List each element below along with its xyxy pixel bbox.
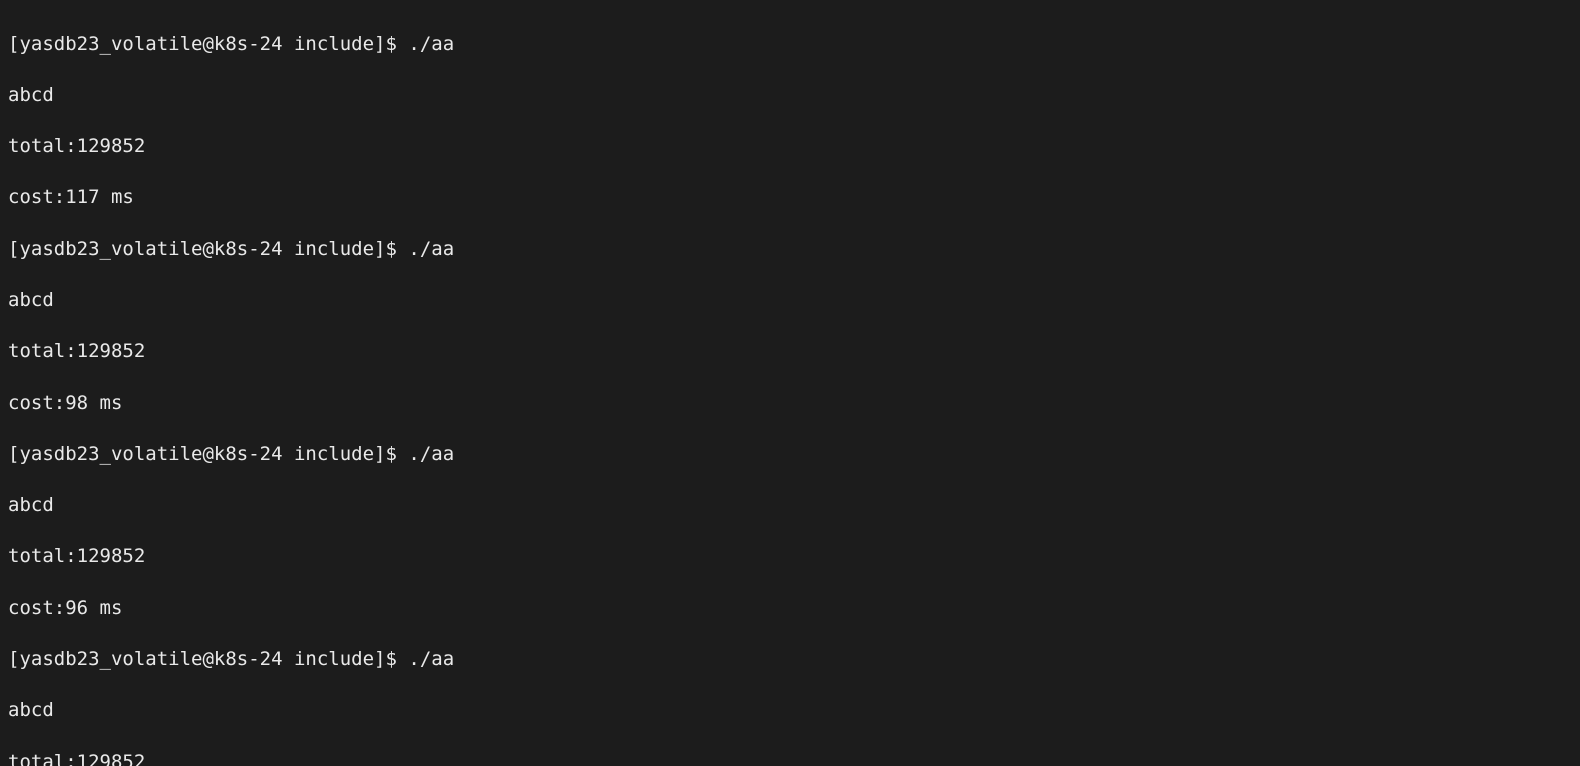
shell-prompt: [yasdb23_volatile@k8s-24 include]$ <box>8 648 408 670</box>
output-line: abcd <box>8 493 1572 519</box>
output-line: total:129852 <box>8 134 1572 160</box>
prompt-line: [yasdb23_volatile@k8s-24 include]$ ./aa <box>8 32 1572 58</box>
output-line: cost:96 ms <box>8 596 1572 622</box>
command-text: ./aa <box>408 33 454 55</box>
shell-prompt: [yasdb23_volatile@k8s-24 include]$ <box>8 443 408 465</box>
output-line: total:129852 <box>8 339 1572 365</box>
output-line: abcd <box>8 698 1572 724</box>
output-line: cost:117 ms <box>8 185 1572 211</box>
output-line: abcd <box>8 83 1572 109</box>
prompt-line: [yasdb23_volatile@k8s-24 include]$ ./aa <box>8 237 1572 263</box>
output-line: abcd <box>8 288 1572 314</box>
command-text: ./aa <box>408 443 454 465</box>
terminal-output[interactable]: [yasdb23_volatile@k8s-24 include]$ ./aa … <box>0 0 1580 766</box>
prompt-line: [yasdb23_volatile@k8s-24 include]$ ./aa <box>8 442 1572 468</box>
command-text: ./aa <box>408 648 454 670</box>
command-text: ./aa <box>408 238 454 260</box>
output-line: cost:98 ms <box>8 391 1572 417</box>
shell-prompt: [yasdb23_volatile@k8s-24 include]$ <box>8 33 408 55</box>
prompt-line: [yasdb23_volatile@k8s-24 include]$ ./aa <box>8 647 1572 673</box>
shell-prompt: [yasdb23_volatile@k8s-24 include]$ <box>8 238 408 260</box>
output-line: total:129852 <box>8 750 1572 766</box>
output-line: total:129852 <box>8 544 1572 570</box>
